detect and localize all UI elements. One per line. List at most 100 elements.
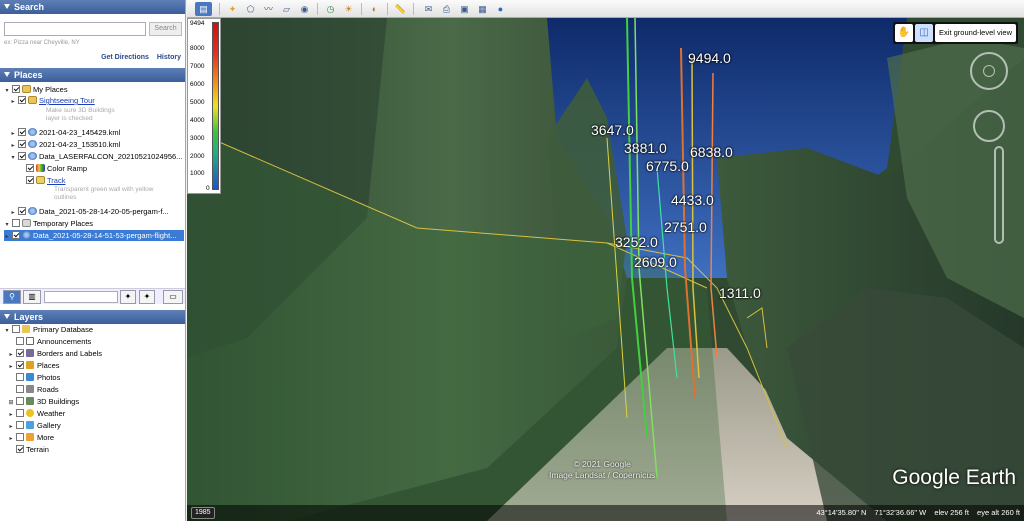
expand-icon[interactable]: ▸ — [10, 97, 16, 108]
legend-tick: 5000 — [190, 99, 205, 106]
checkbox[interactable] — [16, 361, 24, 369]
checkbox[interactable] — [18, 128, 26, 136]
planet-switch-icon[interactable]: ◐ — [367, 2, 382, 16]
checkbox[interactable] — [12, 219, 20, 227]
checkbox[interactable] — [12, 325, 20, 333]
checkbox[interactable] — [16, 445, 24, 453]
layer-photos[interactable]: Photos — [14, 372, 60, 383]
tree-item-kml-145429[interactable]: ▸ 2021-04-23_145429.kml — [10, 127, 120, 138]
search-button[interactable]: Search — [149, 22, 182, 36]
altitude-label: 3647.0 — [591, 122, 634, 138]
legend-tick: 7000 — [190, 63, 205, 70]
tree-item-data-142005[interactable]: ▸ Data_2021-05-28-14-20-05-pergam-f... — [10, 206, 169, 217]
checkbox[interactable] — [16, 337, 24, 345]
layer-more[interactable]: ▸ More — [8, 432, 54, 443]
layer-terrain[interactable]: Terrain — [14, 444, 49, 455]
checkbox[interactable] — [26, 164, 34, 172]
tree-item-sightseeing-tour[interactable]: ▸ Sightseeing Tour — [10, 95, 95, 106]
kml-file-icon — [22, 231, 31, 239]
compass-icon[interactable] — [983, 65, 995, 77]
tree-item-data-145153[interactable]: ▸ Data_2021-05-28-14-51-53-pergam-flight.… — [4, 230, 184, 241]
open-folder-button[interactable]: ▭ — [163, 290, 183, 304]
move-up-button[interactable]: ✦ — [120, 290, 136, 304]
search-panel: Search ex: Pizza near Cheyville, NY Get … — [0, 14, 185, 66]
expand-icon[interactable]: ▸ — [4, 232, 10, 243]
earth-gallery-icon[interactable]: ● — [493, 2, 508, 16]
altitude-label: 9494.0 — [688, 50, 731, 66]
altitude-label: 2609.0 — [634, 254, 677, 270]
collapse-icon[interactable]: ▾ — [10, 153, 16, 164]
legend-tick: 2000 — [190, 153, 205, 160]
sidebar-toggle-icon[interactable]: ▤ — [195, 2, 212, 16]
get-directions-link[interactable]: Get Directions — [101, 54, 149, 61]
search-panel-header[interactable]: Search — [0, 0, 185, 14]
cube-view-icon[interactable]: ◫ — [915, 24, 934, 42]
layers-panel-header[interactable]: Layers — [0, 310, 185, 324]
layer-announcements[interactable]: Announcements — [14, 336, 91, 347]
checkbox[interactable] — [16, 397, 24, 405]
checkbox[interactable] — [18, 140, 26, 148]
tree-item-my-places[interactable]: ▾ My Places — [4, 84, 68, 95]
ruler-icon[interactable]: 📏 — [393, 2, 408, 16]
search-input[interactable] — [4, 22, 146, 36]
add-image-overlay-icon[interactable]: ▱ — [279, 2, 294, 16]
tree-item-track[interactable]: Track — [24, 175, 65, 186]
checkbox[interactable] — [16, 409, 24, 417]
checkbox[interactable] — [12, 85, 20, 93]
exit-ground-level-button[interactable]: Exit ground-level view — [935, 24, 1016, 42]
checkbox[interactable] — [16, 349, 24, 357]
imagery-year-badge[interactable]: 1985 — [191, 507, 215, 519]
search-places-button[interactable]: ⚲ — [3, 290, 21, 304]
kml-file-icon — [28, 207, 37, 215]
add-placemark-icon[interactable]: ✦ — [225, 2, 240, 16]
layer-borders-labels[interactable]: ▸ Borders and Labels — [8, 348, 102, 359]
layer-roads[interactable]: Roads — [14, 384, 59, 395]
tree-item-kml-153510[interactable]: ▸ 2021-04-23_153510.kml — [10, 139, 120, 150]
places-search-input[interactable] — [44, 291, 118, 303]
tree-item-laserfalcon[interactable]: ▾ Data_LASERFALCON_20210521024956... — [10, 151, 182, 162]
database-icon — [22, 325, 30, 333]
places-panel-header[interactable]: Places — [0, 68, 185, 82]
email-icon[interactable]: ✉ — [421, 2, 436, 16]
checkbox[interactable] — [12, 231, 20, 239]
collapse-icon[interactable]: ▾ — [4, 326, 10, 337]
altitude-label: 4433.0 — [671, 192, 714, 208]
places-icon — [26, 361, 34, 369]
add-path-icon[interactable]: 〰 — [261, 2, 276, 16]
layer-3d-buildings[interactable]: ⊞ 3D Buildings — [8, 396, 79, 407]
move-joystick[interactable] — [973, 110, 1005, 142]
checkbox[interactable] — [26, 176, 34, 184]
add-polygon-icon[interactable]: ⬠ — [243, 2, 258, 16]
checkbox[interactable] — [16, 421, 24, 429]
hand-icon[interactable]: ✋ — [895, 24, 914, 42]
legend-tick: 8000 — [190, 45, 205, 52]
tree-item-color-ramp[interactable]: Color Ramp — [24, 163, 87, 174]
view-in-maps-icon[interactable]: ▦ — [475, 2, 490, 16]
legend-tick: 6000 — [190, 81, 205, 88]
checkbox[interactable] — [16, 385, 24, 393]
layer-weather[interactable]: ▸ Weather — [8, 408, 65, 419]
zoom-slider[interactable] — [994, 146, 1004, 244]
checkbox[interactable] — [16, 373, 24, 381]
checkbox[interactable] — [18, 207, 26, 215]
places-toolbar: ⚲ ▥ ✦ ✦ ▭ — [0, 288, 185, 304]
checkbox[interactable] — [16, 433, 24, 441]
sunlight-icon[interactable]: ☀ — [341, 2, 356, 16]
layer-gallery[interactable]: ▸ Gallery — [8, 420, 61, 431]
layer-places[interactable]: ▸ Places — [8, 360, 60, 371]
layer-primary-database[interactable]: ▾ Primary Database — [4, 324, 93, 335]
legend-tick: 9494 — [190, 20, 205, 27]
tree-item-temporary-places[interactable]: ▾ Temporary Places — [4, 218, 93, 229]
checkbox[interactable] — [18, 96, 26, 104]
move-down-button[interactable]: ✦ — [139, 290, 155, 304]
print-icon[interactable]: ⎙ — [439, 2, 454, 16]
earth-3d-view[interactable]: 9494.0 3647.0 3881.0 6838.0 6775.0 4433.… — [187, 18, 1024, 521]
history-link[interactable]: History — [157, 54, 181, 61]
historical-imagery-icon[interactable]: ◷ — [323, 2, 338, 16]
toggle-panel-button[interactable]: ▥ — [23, 290, 41, 304]
record-tour-icon[interactable]: ◉ — [297, 2, 312, 16]
collapse-triangle-icon — [4, 72, 10, 77]
photo-icon — [26, 373, 34, 381]
save-image-icon[interactable]: ▣ — [457, 2, 472, 16]
checkbox[interactable] — [18, 152, 26, 160]
